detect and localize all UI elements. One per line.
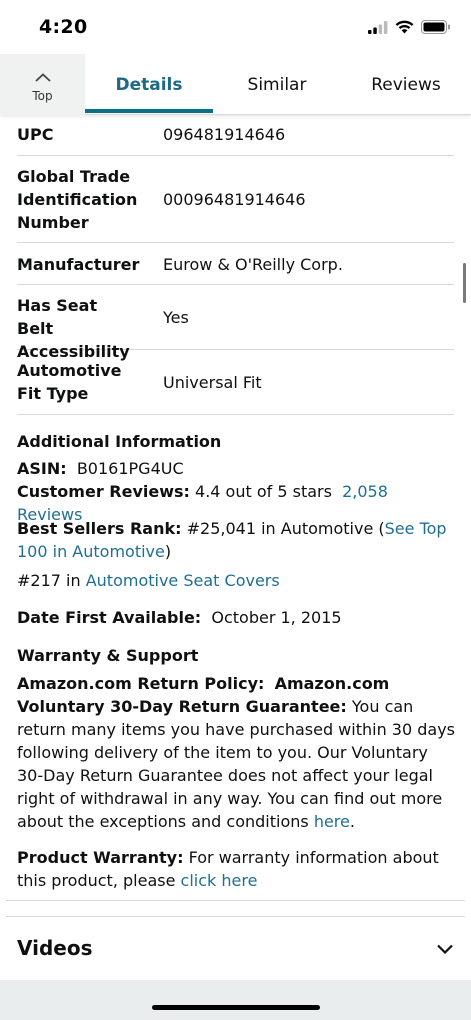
asin-line: ASIN: B0161PG4UC	[17, 457, 457, 480]
tab-bar: Top Details Similar Reviews	[0, 54, 471, 115]
wifi-icon	[395, 19, 414, 38]
asin-value: B0161PG4UC	[76, 459, 184, 478]
date-label: Date First Available:	[17, 608, 202, 627]
videos-section-toggle[interactable]: Videos	[0, 917, 471, 980]
date-first-available: Date First Available: October 1, 2015	[17, 606, 457, 629]
date-value: October 1, 2015	[211, 608, 342, 627]
tab-similar[interactable]: Similar	[213, 54, 341, 115]
tab-reviews[interactable]: Reviews	[341, 54, 471, 115]
chevron-up-icon	[34, 67, 51, 86]
tab-details[interactable]: Details	[85, 54, 213, 115]
rank-value: #25,041 in Automotive (	[186, 519, 385, 538]
home-area	[0, 980, 471, 1020]
reviews-value: 4.4 out of 5 stars	[195, 482, 332, 501]
policy-here-link[interactable]: here	[314, 812, 350, 831]
battery-icon	[421, 19, 451, 38]
signal-icon	[368, 19, 388, 38]
policy-label: Amazon.com Return Policy:	[17, 674, 265, 693]
scroll-to-top-button[interactable]: Top	[0, 54, 85, 115]
rank-close: )	[164, 542, 172, 561]
section-divider	[6, 900, 465, 901]
videos-title: Videos	[17, 936, 93, 960]
spec-key: Manufacturer	[17, 255, 140, 274]
spec-value: Eurow & O'Reilly Corp.	[163, 255, 343, 274]
additional-info-heading: Additional Information	[17, 432, 222, 451]
scroll-indicator[interactable]	[463, 263, 466, 303]
spec-value: Yes	[163, 308, 189, 327]
spec-row-manufacturer: Manufacturer Eurow & O'Reilly Corp.	[17, 243, 454, 285]
best-sellers-rank: Best Sellers Rank: #25,041 in Automotive…	[17, 517, 457, 563]
status-time: 4:20	[39, 16, 88, 38]
seat-covers-link[interactable]: Automotive Seat Covers	[86, 571, 280, 590]
spec-row-upc: UPC 096481914646	[17, 115, 454, 156]
product-warranty-label: Product Warranty:	[17, 848, 184, 867]
active-tab-indicator	[85, 109, 213, 113]
product-warranty: Product Warranty: For warranty informati…	[17, 846, 457, 892]
spec-value: 096481914646	[163, 125, 286, 144]
return-policy: Amazon.com Return Policy: Amazon.com Vol…	[17, 672, 457, 833]
policy-end: .	[349, 812, 355, 831]
spec-key: Global Trade Identification Number	[17, 167, 138, 232]
status-bar: 4:20	[0, 0, 471, 54]
reviews-label: Customer Reviews:	[17, 482, 190, 501]
subrank-value: #217 in	[17, 571, 81, 590]
spec-row-fit-type: Automotive Fit Type Universal Fit	[17, 350, 454, 415]
warranty-heading: Warranty & Support	[17, 646, 199, 665]
subcategory-rank: #217 in Automotive Seat Covers	[17, 569, 457, 592]
click-here-link[interactable]: click here	[181, 871, 258, 890]
chevron-down-icon	[437, 939, 453, 958]
rank-label: Best Sellers Rank:	[17, 519, 182, 538]
spec-row-gtin: Global Trade Identification Number 00096…	[17, 156, 454, 243]
home-indicator[interactable]	[152, 1005, 320, 1010]
spec-key: UPC	[17, 125, 54, 144]
spec-value: Universal Fit	[163, 373, 262, 392]
asin-label: ASIN:	[17, 459, 67, 478]
spec-row-seat-belt: Has Seat Belt Accessibility Yes	[17, 285, 454, 361]
spec-key: Automotive Fit Type	[17, 361, 122, 403]
policy-text: You can return many items you have purch…	[17, 697, 456, 831]
spec-value: 00096481914646	[163, 190, 306, 209]
status-icons	[368, 19, 451, 38]
top-label: Top	[32, 88, 53, 103]
